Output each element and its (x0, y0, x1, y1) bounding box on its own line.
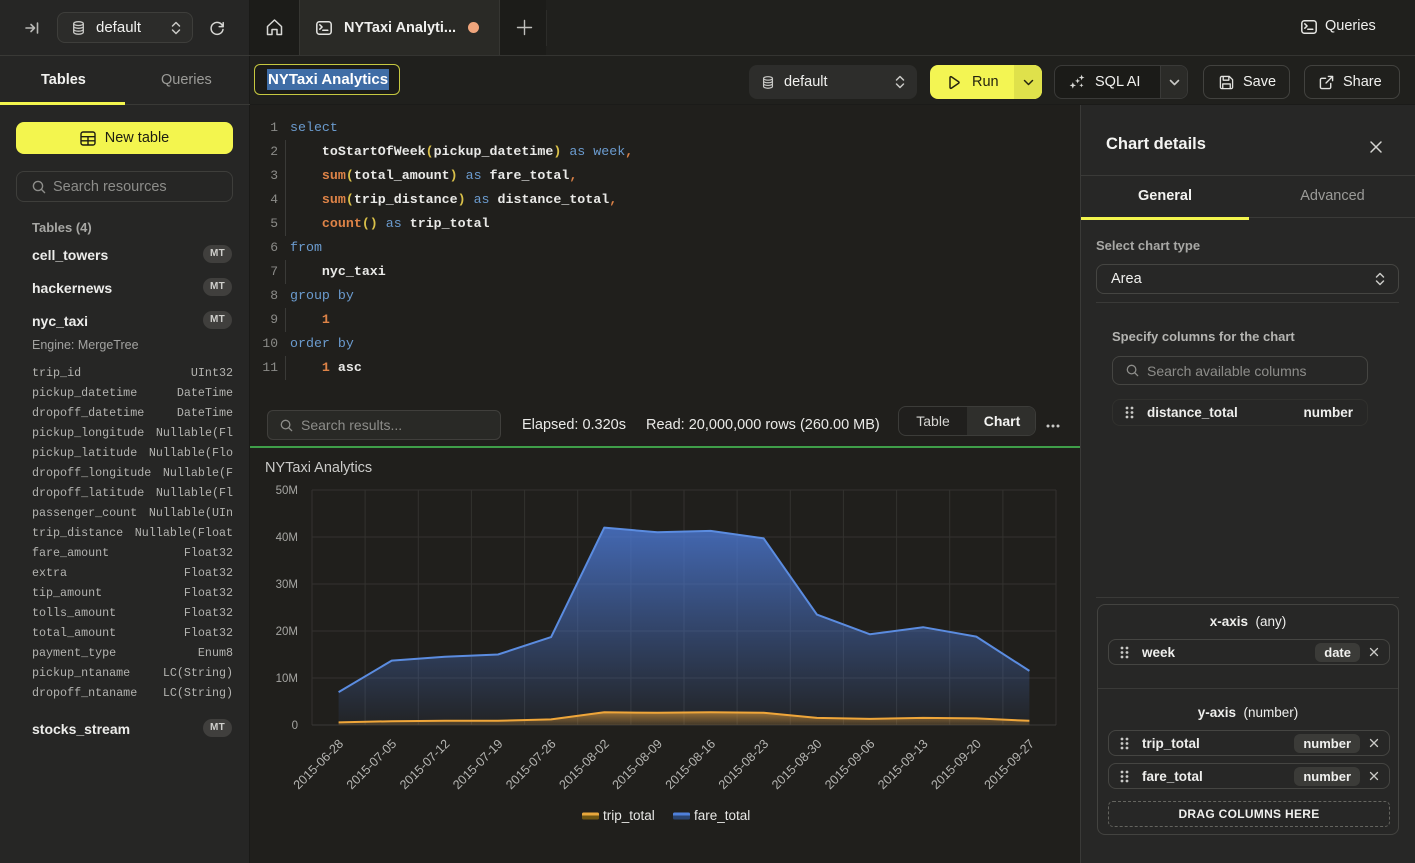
svg-text:2015-08-30: 2015-08-30 (769, 737, 824, 792)
svg-text:2015-06-28: 2015-06-28 (291, 737, 346, 792)
svg-text:2015-08-23: 2015-08-23 (716, 737, 771, 792)
svg-text:2015-07-19: 2015-07-19 (450, 737, 505, 792)
svg-text:2015-08-02: 2015-08-02 (556, 737, 611, 792)
svg-text:2015-07-05: 2015-07-05 (344, 737, 399, 792)
svg-text:40M: 40M (276, 532, 298, 544)
svg-text:20M: 20M (276, 626, 298, 638)
svg-text:2015-09-06: 2015-09-06 (822, 737, 877, 792)
svg-text:fare_total: fare_total (694, 808, 750, 823)
svg-text:2015-07-26: 2015-07-26 (503, 737, 558, 792)
svg-text:30M: 30M (276, 579, 298, 591)
svg-text:10M: 10M (276, 673, 298, 685)
svg-text:2015-09-13: 2015-09-13 (875, 737, 930, 792)
svg-text:2015-08-16: 2015-08-16 (663, 737, 718, 792)
svg-text:2015-07-12: 2015-07-12 (397, 737, 452, 792)
svg-text:2015-09-20: 2015-09-20 (928, 737, 983, 792)
svg-text:50M: 50M (276, 485, 298, 497)
svg-text:0: 0 (292, 720, 298, 732)
svg-text:2015-08-09: 2015-08-09 (610, 737, 665, 792)
svg-text:2015-09-27: 2015-09-27 (982, 737, 1037, 792)
svg-text:trip_total: trip_total (603, 808, 655, 823)
